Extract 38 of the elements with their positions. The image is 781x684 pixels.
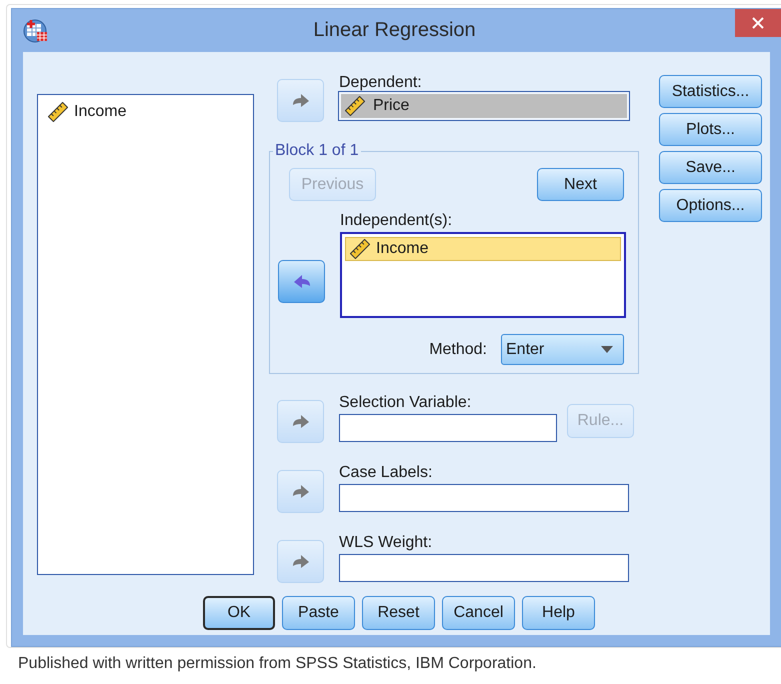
arrow-icon	[290, 484, 310, 500]
field-label: Selection Variable:	[339, 393, 472, 412]
dialog-button[interactable]: Reset	[362, 596, 435, 630]
dialog-button[interactable]: Help	[522, 596, 595, 630]
caret-icon	[601, 346, 613, 353]
method-label: Method:	[429, 340, 487, 359]
side-button[interactable]: Save...	[659, 151, 762, 184]
close-icon	[752, 17, 764, 29]
caption: Published with written permission from SPSS Statistics, IBM Corporation.	[18, 655, 538, 673]
field-label: Dependent:	[339, 73, 423, 92]
input-field[interactable]	[339, 414, 557, 442]
variable-list[interactable]: Income	[37, 94, 254, 575]
move-button[interactable]	[278, 260, 325, 303]
dialog-button[interactable]: OK	[203, 596, 275, 630]
dialog-button[interactable]: Paste	[282, 596, 355, 630]
next-button[interactable]: Next	[537, 168, 624, 201]
side-button[interactable]: Statistics...	[659, 75, 762, 108]
field-label: Independent(s):	[340, 211, 454, 230]
window-title: Linear Regression	[312, 19, 477, 42]
dialog-button[interactable]: Cancel	[442, 596, 515, 630]
method-dropdown[interactable]: Enter	[501, 334, 624, 365]
close-button[interactable]	[735, 9, 781, 37]
arrow-icon	[290, 414, 310, 430]
side-button[interactable]: Plots...	[659, 113, 762, 146]
app-icon	[23, 18, 49, 44]
side-button[interactable]: Options...	[659, 189, 762, 222]
field-label: Case Labels:	[339, 463, 434, 482]
field-label: WLS Weight:	[339, 533, 434, 552]
dependent-field[interactable]: Price	[339, 92, 629, 120]
input-field[interactable]	[339, 554, 629, 582]
arrow-icon	[290, 554, 310, 570]
arrow-icon	[292, 274, 312, 290]
variable-item[interactable]: Income	[44, 100, 247, 124]
arrow-icon	[290, 92, 310, 108]
independent-list[interactable]: Income	[340, 232, 626, 318]
group-title: Block 1 of 1	[274, 142, 360, 160]
input-field[interactable]	[339, 484, 629, 512]
variable-item[interactable]: Income	[345, 237, 621, 261]
